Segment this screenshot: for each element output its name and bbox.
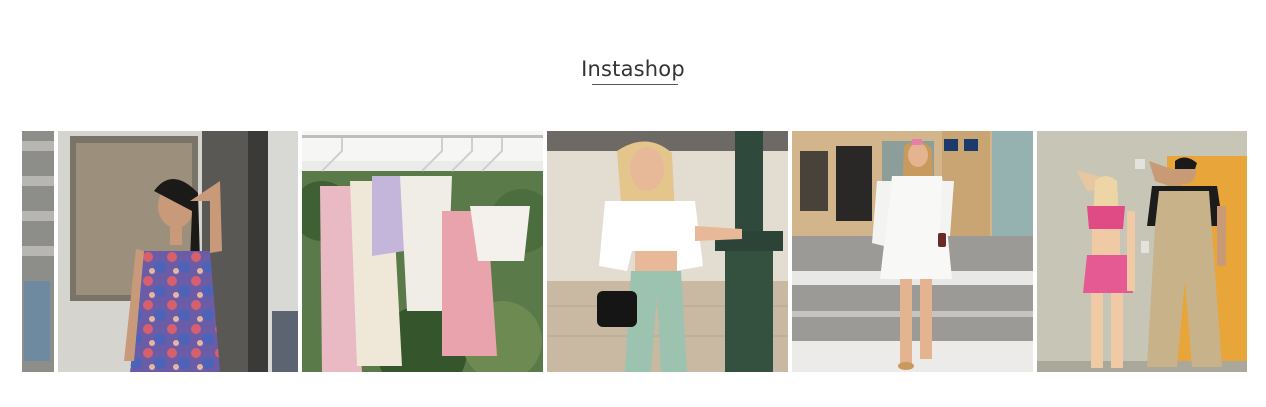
two-people-posing-indoors-photo xyxy=(1037,131,1247,372)
gallery-post-4[interactable] xyxy=(792,131,1033,372)
gallery-post-5[interactable] xyxy=(1037,131,1247,372)
instagram-gallery xyxy=(22,131,1248,372)
hanging-dresses-on-rack-photo xyxy=(302,131,543,372)
gallery-post-3[interactable] xyxy=(547,131,788,372)
gallery-post-1[interactable] xyxy=(22,131,298,372)
instashop-section: Instashop xyxy=(0,0,1266,407)
section-title: Instashop xyxy=(581,57,685,82)
gallery-post-2[interactable] xyxy=(302,131,543,372)
woman-in-floral-dress-photo xyxy=(22,131,298,372)
woman-in-white-dress-on-street-photo xyxy=(792,131,1033,372)
woman-in-white-shirt-by-lamppost-photo xyxy=(547,131,788,372)
title-underline xyxy=(592,84,678,85)
